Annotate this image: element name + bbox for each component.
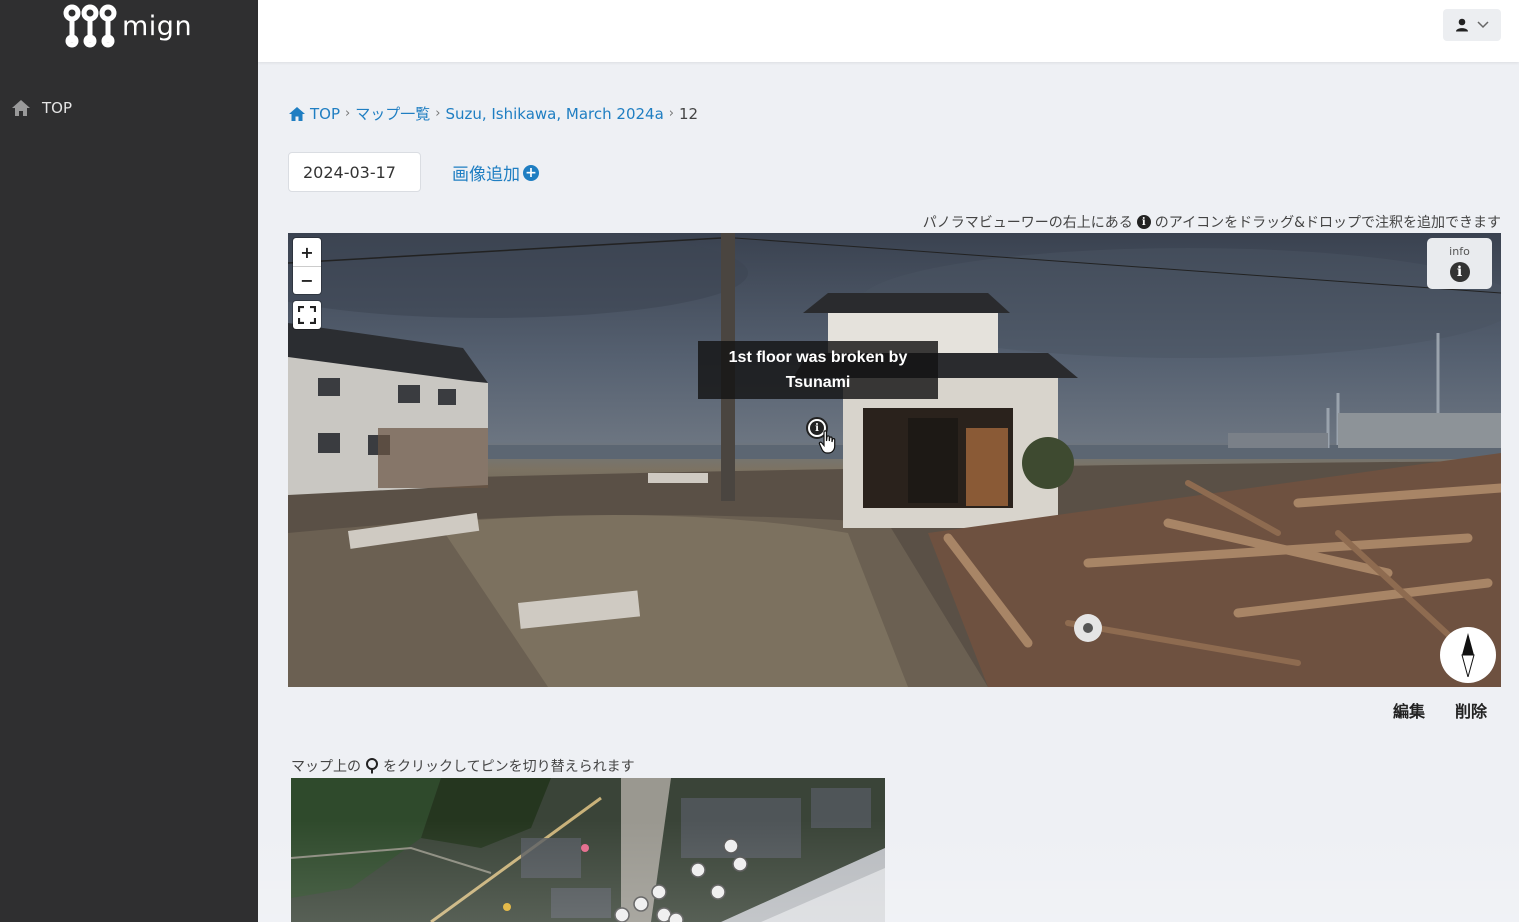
- breadcrumb-separator: ›: [435, 106, 441, 121]
- fullscreen-button[interactable]: [293, 301, 321, 329]
- satellite-map-image: [291, 778, 885, 922]
- compass-button[interactable]: [1440, 627, 1496, 683]
- info-annotation-drag-button[interactable]: info i: [1427, 238, 1492, 289]
- annotation-text: 1st floor was broken by Tsunami: [728, 349, 908, 391]
- breadcrumb-current: 12: [678, 104, 699, 123]
- annotation-tooltip: 1st floor was broken by Tsunami: [698, 341, 938, 399]
- chevron-down-icon: [1477, 21, 1489, 29]
- map-hint: マップ上の をクリックしてピンを切り替えられます: [291, 756, 635, 776]
- zoom-in-button[interactable]: +: [293, 238, 321, 266]
- zoom-controls: + −: [293, 238, 321, 294]
- breadcrumb-separator: ›: [668, 106, 674, 121]
- info-label: info: [1449, 245, 1470, 258]
- home-icon: [12, 100, 30, 116]
- image-actions: 編集 削除: [1393, 698, 1487, 722]
- fullscreen-icon: [298, 306, 316, 324]
- map-hint-after: をクリックしてピンを切り替えられます: [383, 759, 635, 775]
- breadcrumb-separator: ›: [345, 106, 351, 121]
- breadcrumb-link-map[interactable]: Suzu, Ishikawa, March 2024a: [445, 105, 663, 123]
- sidebar: mign TOP: [0, 0, 258, 922]
- panorama-viewer[interactable]: + − info i 1st floor was broken by Tsuna…: [288, 233, 1501, 687]
- hand-cursor-icon: [818, 430, 836, 454]
- panorama-hint-before: パノラマビューワーの右上にある: [922, 215, 1133, 231]
- info-icon: i: [1449, 262, 1470, 282]
- user-menu-button[interactable]: [1443, 9, 1501, 41]
- user-icon: [1456, 18, 1468, 32]
- panorama-image: [288, 233, 1501, 687]
- logo-mark-icon: [63, 4, 117, 48]
- zoom-out-button[interactable]: −: [293, 266, 321, 294]
- date-select-value: 2024-03-17: [303, 162, 396, 182]
- plus-circle-icon: +: [523, 164, 539, 181]
- map-pin-icon: [366, 758, 378, 774]
- delete-button[interactable]: 削除: [1455, 698, 1487, 722]
- map-view[interactable]: [291, 778, 885, 922]
- map-hint-before: マップ上の: [291, 759, 361, 775]
- edit-button[interactable]: 編集: [1393, 698, 1425, 722]
- app-logo[interactable]: mign: [62, 4, 192, 48]
- top-header: [258, 0, 1519, 62]
- logo-text: mign: [122, 10, 193, 42]
- home-icon: [289, 106, 305, 121]
- add-image-button[interactable]: 画像追加 +: [452, 160, 539, 185]
- breadcrumb-link-map-list[interactable]: マップ一覧: [355, 103, 430, 124]
- date-select[interactable]: 2024-03-17: [288, 152, 421, 192]
- sidebar-item-label: TOP: [42, 99, 73, 117]
- breadcrumb-link-top[interactable]: TOP: [310, 105, 340, 123]
- sidebar-item-top[interactable]: TOP: [10, 98, 72, 118]
- add-image-label: 画像追加: [452, 165, 520, 185]
- compass-icon: [1461, 633, 1475, 677]
- panorama-hint: パノラマビューワーの右上にある i のアイコンをドラッグ&ドロップで注釈を追加で…: [923, 212, 1501, 232]
- info-icon: i: [1136, 215, 1151, 229]
- panorama-hint-after: のアイコンをドラッグ&ドロップで注釈を追加できます: [1154, 215, 1501, 231]
- breadcrumb: TOP › マップ一覧 › Suzu, Ishikawa, March 2024…: [288, 103, 698, 124]
